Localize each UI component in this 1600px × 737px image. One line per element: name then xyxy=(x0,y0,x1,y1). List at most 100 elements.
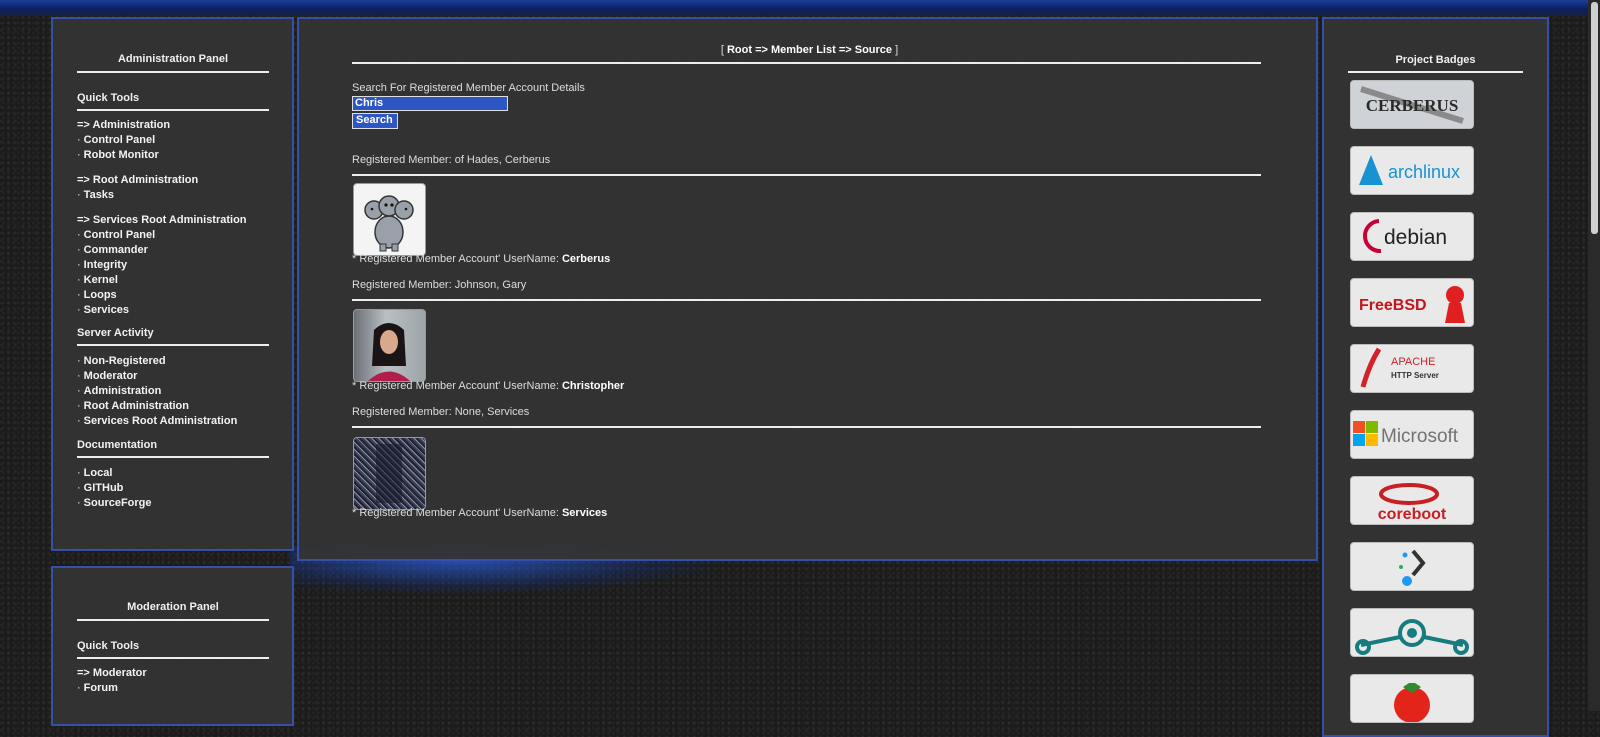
svg-text:archlinux: archlinux xyxy=(1388,162,1460,182)
member-heading: Registered Member: None, Services xyxy=(352,406,530,418)
scrollbar-thumb[interactable] xyxy=(1591,2,1598,234)
search-input[interactable]: Chris xyxy=(352,96,508,111)
badges-title: Project Badges xyxy=(1395,54,1476,66)
divider xyxy=(77,619,269,621)
lineageos-badge[interactable] xyxy=(1350,608,1474,657)
avatar[interactable] xyxy=(353,309,426,382)
cerberus-avatar-icon xyxy=(364,195,414,252)
quick-tools-heading: Quick Tools xyxy=(77,92,140,104)
coreboot-badge[interactable]: coreboot xyxy=(1350,476,1474,525)
archlinux-badge[interactable]: archlinux xyxy=(1350,146,1474,195)
member-username-line: * Registered Member Account' UserName: S… xyxy=(352,507,608,519)
debian-logo-icon: debian xyxy=(1362,219,1447,254)
admin-panel-title: Administration Panel xyxy=(117,53,229,65)
nav-admin-control-panel[interactable]: · Control Panel xyxy=(77,133,170,148)
divider xyxy=(77,71,269,73)
nav-kernel[interactable]: · Kernel xyxy=(77,273,247,288)
svg-text:debian: debian xyxy=(1384,226,1447,249)
nav-moderator[interactable]: => Moderator xyxy=(77,666,147,681)
doc-local[interactable]: · Local xyxy=(77,466,152,481)
doc-sourceforge[interactable]: · SourceForge xyxy=(77,496,152,511)
project-badges-panel: Project Badges CERBERUS archlinux debian… xyxy=(1322,17,1549,737)
divider xyxy=(352,62,1261,64)
member-username[interactable]: Christopher xyxy=(562,380,624,392)
divider xyxy=(352,174,1261,176)
activity-moderator[interactable]: · Moderator xyxy=(77,369,237,384)
divider xyxy=(352,299,1261,301)
divider xyxy=(1348,71,1523,73)
svg-text:HTTP Server: HTTP Server xyxy=(1391,371,1439,380)
server-activity-heading: Server Activity xyxy=(77,327,154,339)
nav-administration[interactable]: => Administration xyxy=(77,118,170,133)
search-label: Search For Registered Member Account Det… xyxy=(352,82,585,94)
nav-robot-monitor[interactable]: · Robot Monitor xyxy=(77,148,170,163)
kdeconnect-logo-icon xyxy=(1399,549,1426,586)
mod-panel-title: Moderation Panel xyxy=(127,601,219,613)
administration-panel: Administration Panel Quick Tools => Admi… xyxy=(51,17,294,551)
kdeconnect-badge[interactable] xyxy=(1350,542,1474,591)
member-username[interactable]: Services xyxy=(562,507,607,519)
nav-integrity[interactable]: · Integrity xyxy=(77,258,247,273)
avatar[interactable] xyxy=(353,183,426,256)
member-username-line: * Registered Member Account' UserName: C… xyxy=(352,253,611,265)
debian-badge[interactable]: debian xyxy=(1350,212,1474,261)
cerberus-logo-icon: CERBERUS xyxy=(1351,81,1473,128)
documentation-heading: Documentation xyxy=(77,439,158,451)
breadcrumb: [ Root => Member List => Source ] xyxy=(720,44,899,56)
divider xyxy=(77,456,269,458)
member-username-line: * Registered Member Account' UserName: C… xyxy=(352,380,625,392)
svg-text:coreboot: coreboot xyxy=(1378,506,1447,523)
apache-logo-icon: APACHE HTTP Server xyxy=(1360,347,1439,388)
header-band xyxy=(0,0,1600,16)
mod-list: => Moderator · Forum xyxy=(77,666,147,696)
nav-services-control-panel[interactable]: · Control Panel xyxy=(77,228,247,243)
divider xyxy=(352,426,1261,428)
admin-group-1: => Administration · Control Panel · Robot … xyxy=(77,118,170,163)
admin-group-2: => Root Administration · Tasks xyxy=(77,173,198,203)
admin-group-3: => Services Root Administration · Control… xyxy=(77,213,247,318)
nav-commander[interactable]: · Commander xyxy=(77,243,247,258)
svg-text:APACHE: APACHE xyxy=(1391,356,1435,368)
moderation-panel: Moderation Panel Quick Tools => Moderato… xyxy=(51,566,294,726)
freebsd-logo-icon: FreeBSD xyxy=(1359,286,1465,323)
divider xyxy=(77,109,269,111)
tomato-logo-icon xyxy=(1394,683,1430,722)
cerberus-badge[interactable]: CERBERUS xyxy=(1350,80,1474,129)
archlinux-logo-icon: archlinux xyxy=(1359,155,1460,185)
server-activity-list: · Non-Registered · Moderator · Administrati… xyxy=(77,354,237,429)
member-username[interactable]: Cerberus xyxy=(562,253,610,265)
main-content-panel: [ Root => Member List => Source ] Search… xyxy=(297,17,1318,561)
svg-text:FreeBSD: FreeBSD xyxy=(1359,297,1427,314)
nav-loops[interactable]: · Loops xyxy=(77,288,247,303)
documentation-list: · Local · GITHub · SourceForge xyxy=(77,466,152,511)
apache-badge[interactable]: APACHE HTTP Server xyxy=(1350,344,1474,393)
microsoft-logo-icon: Microsoft xyxy=(1353,421,1459,447)
freebsd-badge[interactable]: FreeBSD xyxy=(1350,278,1474,327)
microsoft-badge[interactable]: Microsoft xyxy=(1350,410,1474,459)
activity-root-administration[interactable]: · Root Administration xyxy=(77,399,237,414)
nav-root-administration[interactable]: => Root Administration xyxy=(77,173,198,188)
activity-non-registered[interactable]: · Non-Registered xyxy=(77,354,237,369)
lineageos-logo-icon xyxy=(1355,619,1469,655)
member-heading: Registered Member: of Hades, Cerberus xyxy=(352,154,551,166)
activity-services-root-administration[interactable]: · Services Root Administration xyxy=(77,414,237,429)
breadcrumb-path[interactable]: Root => Member List => Source xyxy=(727,44,892,56)
coreboot-logo-icon: coreboot xyxy=(1378,483,1447,523)
nav-services-root-administration[interactable]: => Services Root Administration xyxy=(77,213,247,228)
tomato-badge[interactable] xyxy=(1350,674,1474,723)
avatar[interactable] xyxy=(353,437,426,510)
mod-quick-tools-heading: Quick Tools xyxy=(77,640,140,652)
svg-text:Microsoft: Microsoft xyxy=(1381,426,1459,447)
svg-text:CERBERUS: CERBERUS xyxy=(1366,96,1459,115)
divider xyxy=(77,657,269,659)
activity-administration[interactable]: · Administration xyxy=(77,384,237,399)
nav-services[interactable]: · Services xyxy=(77,303,247,318)
nav-tasks[interactable]: · Tasks xyxy=(77,188,198,203)
search-button[interactable]: Search xyxy=(352,113,398,129)
person-avatar-icon xyxy=(368,323,410,381)
divider xyxy=(77,344,269,346)
nav-forum[interactable]: · Forum xyxy=(77,681,147,696)
services-avatar-icon xyxy=(376,444,402,503)
member-heading: Registered Member: Johnson, Gary xyxy=(352,279,527,291)
doc-github[interactable]: · GITHub xyxy=(77,481,152,496)
